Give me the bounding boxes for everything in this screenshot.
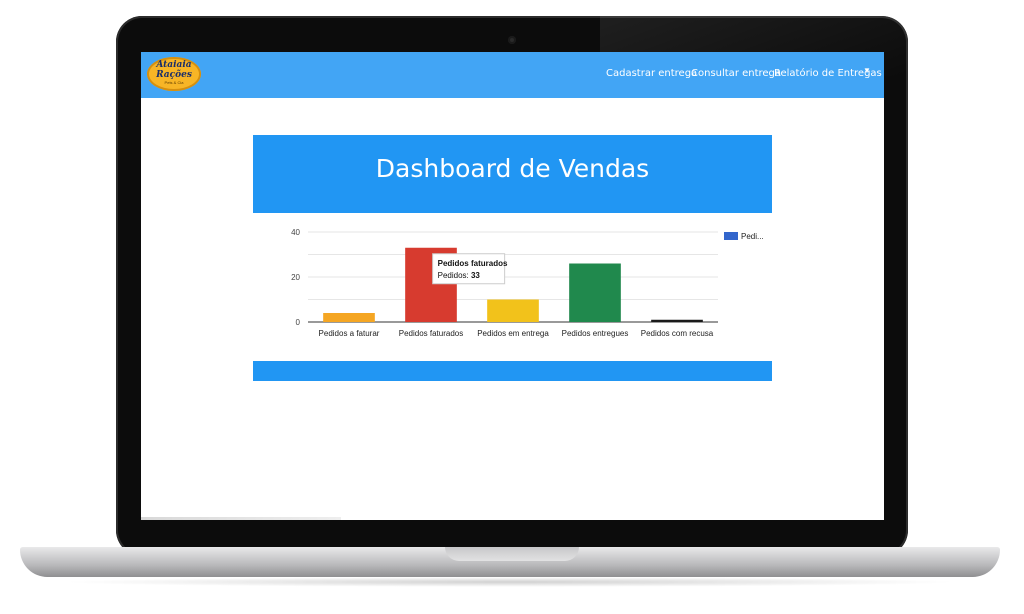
dashboard-footer [253,361,772,381]
y-tick-label: 0 [296,318,301,327]
bar [323,313,375,322]
logo-line1: Ataiaia [156,60,192,70]
bar-chart: 0 20 40 Pedidos a faturar Pedidos faturados P… [291,228,764,338]
logo-subtitle: Pets & Cia [164,80,184,85]
brand-logo[interactable]: Ataiaia Rações Pets & Cia [147,57,201,91]
taskbar-strip [141,517,341,520]
legend-label: Pedi... [741,232,764,241]
x-tick-label: Pedidos com recusa [641,329,714,338]
bar [651,319,703,322]
page-title: Dashboard de Vendas [375,154,650,183]
chart-container: 0 20 40 Pedidos a faturar Pedidos faturados P… [253,213,772,361]
bar [487,299,539,322]
browser-screen: Ataiaia Rações Pets & Cia Cadastrar entr… [141,52,884,520]
nav-link-consultar-entrega[interactable]: Consultar entrega [691,68,781,79]
chevron-down-icon[interactable]: ▼ [863,66,871,75]
x-tick-label: Pedidos a faturar [319,329,380,338]
camera-icon [508,36,516,44]
bar [569,263,621,322]
legend-swatch [724,232,738,240]
y-tick-label: 40 [291,228,300,237]
dashboard-header: Dashboard de Vendas [253,135,772,213]
x-tick-label: Pedidos entregues [562,329,629,338]
logo-wordmark: Ataiaia Rações [147,60,201,80]
x-tick-label: Pedidos em entrega [477,329,549,338]
y-tick-label: 20 [291,273,300,282]
nav-link-cadastrar-entrega[interactable]: Cadastrar entrega [606,68,697,79]
tooltip-title: Pedidos faturados [438,259,508,268]
navbar: Ataiaia Rações Pets & Cia Cadastrar entr… [141,52,884,98]
laptop-shadow [60,577,960,587]
laptop-base-notch [445,547,579,561]
logo-line2: Rações [156,70,192,80]
x-tick-label: Pedidos faturados [399,329,464,338]
tooltip-value: Pedidos: 33 [438,271,481,280]
